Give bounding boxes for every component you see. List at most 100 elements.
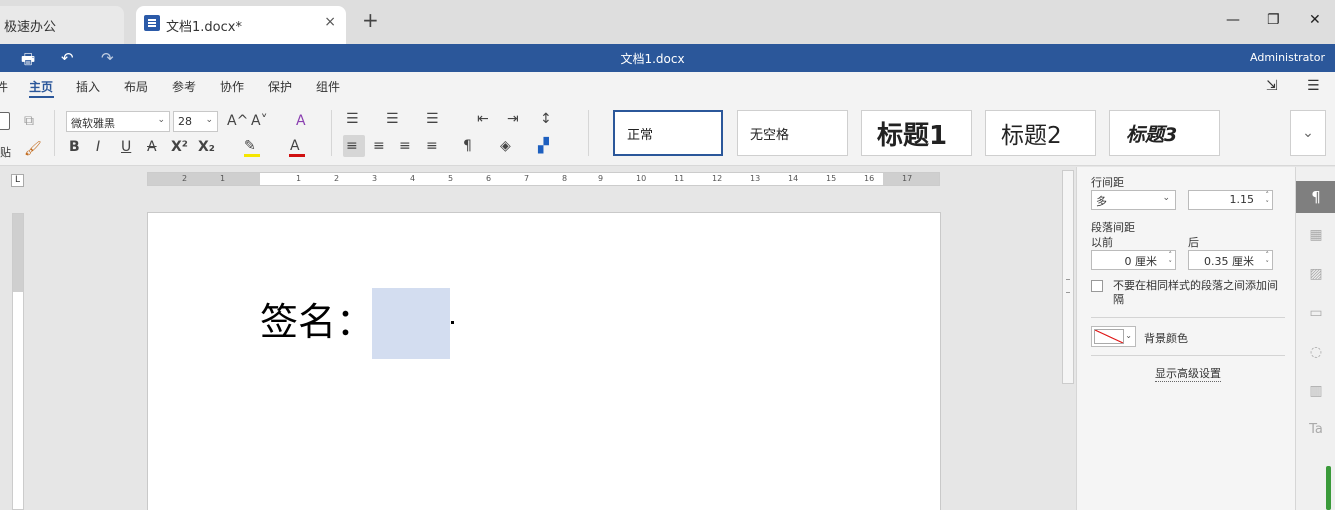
menu-references[interactable]: 参考 [172, 78, 196, 95]
ruler-number: 15 [826, 174, 837, 183]
ruler-number: 9 [598, 174, 604, 183]
menu-home[interactable]: 主页 [29, 78, 53, 95]
tab-inactive-label: 极速办公 [4, 20, 57, 35]
style-heading2-label: 标题2 [1001, 123, 1062, 149]
more-menu-icon[interactable]: ☰ [1307, 78, 1320, 94]
spinner-arrows-icon[interactable]: ˄ ˅ [1266, 251, 1270, 269]
chevron-down-icon: ⌄ [157, 115, 165, 125]
font-size-select[interactable]: 28 ⌄ [173, 111, 218, 132]
increase-indent-icon[interactable]: ⇥ [507, 110, 519, 128]
chevron-down-icon: ⌄ [205, 115, 213, 125]
line-spacing-label: 行间距 [1091, 176, 1124, 189]
menu-plugins[interactable]: 组件 [316, 78, 340, 95]
close-window-button[interactable]: ✕ [1309, 12, 1321, 28]
ruler-number: 13 [750, 174, 761, 183]
spacing-before-field[interactable]: 0 厘米 ˄ ˅ [1091, 250, 1176, 270]
borders-icon[interactable]: ▞ [538, 137, 549, 155]
menu-layout[interactable]: 布局 [124, 78, 148, 95]
bullet-list-icon[interactable]: ☰ [346, 110, 359, 128]
image-settings-icon[interactable]: ▨ [1296, 266, 1335, 282]
tab-active-label: 文档1.docx* [166, 20, 242, 35]
grow-font-button[interactable]: A^ [227, 112, 248, 130]
clear-format-button[interactable]: A [296, 112, 306, 130]
underline-button[interactable]: U [121, 138, 131, 156]
spinner-arrows-icon[interactable]: ˄ ˅ [1169, 251, 1173, 269]
open-location-icon[interactable]: ⇲ [1266, 78, 1278, 94]
line-spacing-value-field[interactable]: 1.15 ˄ ˅ [1188, 190, 1273, 210]
styles-expand-button[interactable]: ⌄ [1290, 110, 1326, 156]
new-tab-button[interactable]: + [362, 10, 379, 30]
text-art-icon[interactable]: Ta [1296, 422, 1335, 437]
bold-button[interactable]: B [69, 138, 80, 156]
spinner-arrows-icon[interactable]: ˄ ˅ [1266, 191, 1270, 209]
show-advanced-settings-link[interactable]: 显示高级设置 [1155, 365, 1221, 382]
signature-text[interactable]: 签名： [260, 291, 374, 346]
menu-insert[interactable]: 插入 [76, 78, 100, 95]
numbered-list-icon[interactable]: ☰ [386, 110, 399, 128]
align-right-icon[interactable]: ≡ [399, 137, 411, 155]
vertical-ruler[interactable] [12, 213, 24, 510]
menu-collaborate[interactable]: 协作 [220, 78, 244, 95]
shape-settings-icon[interactable]: ◌ [1296, 344, 1335, 360]
menu-bar: 件 主页 插入 布局 参考 协作 保护 组件 ⇲ ☰ [0, 72, 1335, 100]
chevron-down-icon: ⌄ [1125, 331, 1132, 340]
line-spacing-icon[interactable]: ↕ [540, 110, 552, 128]
strikethrough-button[interactable]: A [147, 138, 157, 156]
ruler-number: 7 [524, 174, 530, 183]
style-heading3-label: 标题3 [1126, 123, 1178, 146]
panel-scroll-indicator[interactable] [1326, 466, 1331, 510]
tab-stop-selector[interactable]: L [11, 174, 24, 187]
superscript-button[interactable]: X² [171, 138, 188, 156]
no-space-same-style-label: 不要在相同样式的段落之间添加间隔 [1113, 279, 1278, 306]
paste-icon[interactable] [0, 112, 10, 130]
document-scrollbar[interactable] [1062, 170, 1074, 384]
minimize-button[interactable]: — [1226, 12, 1240, 28]
decrease-indent-icon[interactable]: ⇤ [477, 110, 489, 128]
style-heading1[interactable]: 标题1 [861, 110, 972, 156]
ruler-number: 1 [220, 174, 226, 183]
pilcrow-icon[interactable]: ¶ [463, 137, 472, 155]
style-heading2[interactable]: 标题2 [985, 110, 1096, 156]
table-settings-icon[interactable]: ▦ [1296, 227, 1335, 243]
font-color-icon[interactable]: A [290, 137, 300, 155]
style-no-spacing[interactable]: 无空格 [737, 110, 848, 156]
style-no-spacing-label: 无空格 [750, 127, 790, 143]
subscript-button[interactable]: X₂ [198, 138, 215, 156]
toolbar-separator [54, 110, 55, 156]
tab-active-document[interactable]: 文档1.docx* × [136, 6, 346, 44]
spacing-after-field[interactable]: 0.35 厘米 ˄ ˅ [1188, 250, 1273, 270]
ruler-number: 17 [902, 174, 913, 183]
multilevel-list-icon[interactable]: ☰ [426, 110, 439, 128]
highlight-icon[interactable]: ✎ [244, 137, 256, 155]
ruler-number: 6 [486, 174, 492, 183]
align-center-icon[interactable]: ≡ [373, 137, 385, 155]
no-space-same-style-checkbox[interactable] [1091, 280, 1103, 292]
italic-button[interactable]: I [96, 138, 100, 156]
restore-button[interactable]: ❐ [1267, 12, 1280, 28]
shading-icon[interactable]: ◈ [500, 137, 511, 155]
tab-inactive[interactable]: 极速办公 [0, 6, 124, 44]
font-family-select[interactable]: 微软雅黑 ⌄ [66, 111, 170, 132]
document-icon [144, 15, 160, 31]
shrink-font-button[interactable]: A˅ [251, 112, 268, 130]
header-footer-icon[interactable]: ▭ [1296, 305, 1335, 321]
style-heading3[interactable]: 标题3 [1109, 110, 1220, 156]
menu-protect[interactable]: 保护 [268, 78, 292, 95]
toolbar-separator [331, 110, 332, 156]
tab-close-icon[interactable]: × [324, 14, 336, 30]
ruler-number: 4 [410, 174, 416, 183]
paragraph-settings-icon[interactable]: ¶ [1296, 181, 1335, 213]
style-normal[interactable]: 正常 [613, 110, 723, 156]
chart-settings-icon[interactable]: ▥ [1296, 383, 1335, 399]
menu-file[interactable]: 件 [0, 78, 8, 95]
format-painter-icon[interactable]: 🖌 [24, 140, 42, 158]
background-color-picker[interactable]: ⌄ [1091, 326, 1136, 347]
scrollbar-grip[interactable] [1066, 279, 1070, 293]
copy-icon[interactable]: ⧉ [24, 112, 34, 130]
align-left-icon[interactable]: ≡ [346, 137, 358, 155]
line-spacing-mode-select[interactable]: 多 ⌄ [1091, 190, 1176, 210]
justify-icon[interactable]: ≡ [426, 137, 438, 155]
document-page[interactable]: 签名： [147, 212, 941, 510]
horizontal-ruler[interactable]: 2 1 1 2 3 4 5 6 7 8 9 10 11 12 13 14 15 … [147, 172, 940, 186]
toolbar-separator [588, 110, 589, 156]
